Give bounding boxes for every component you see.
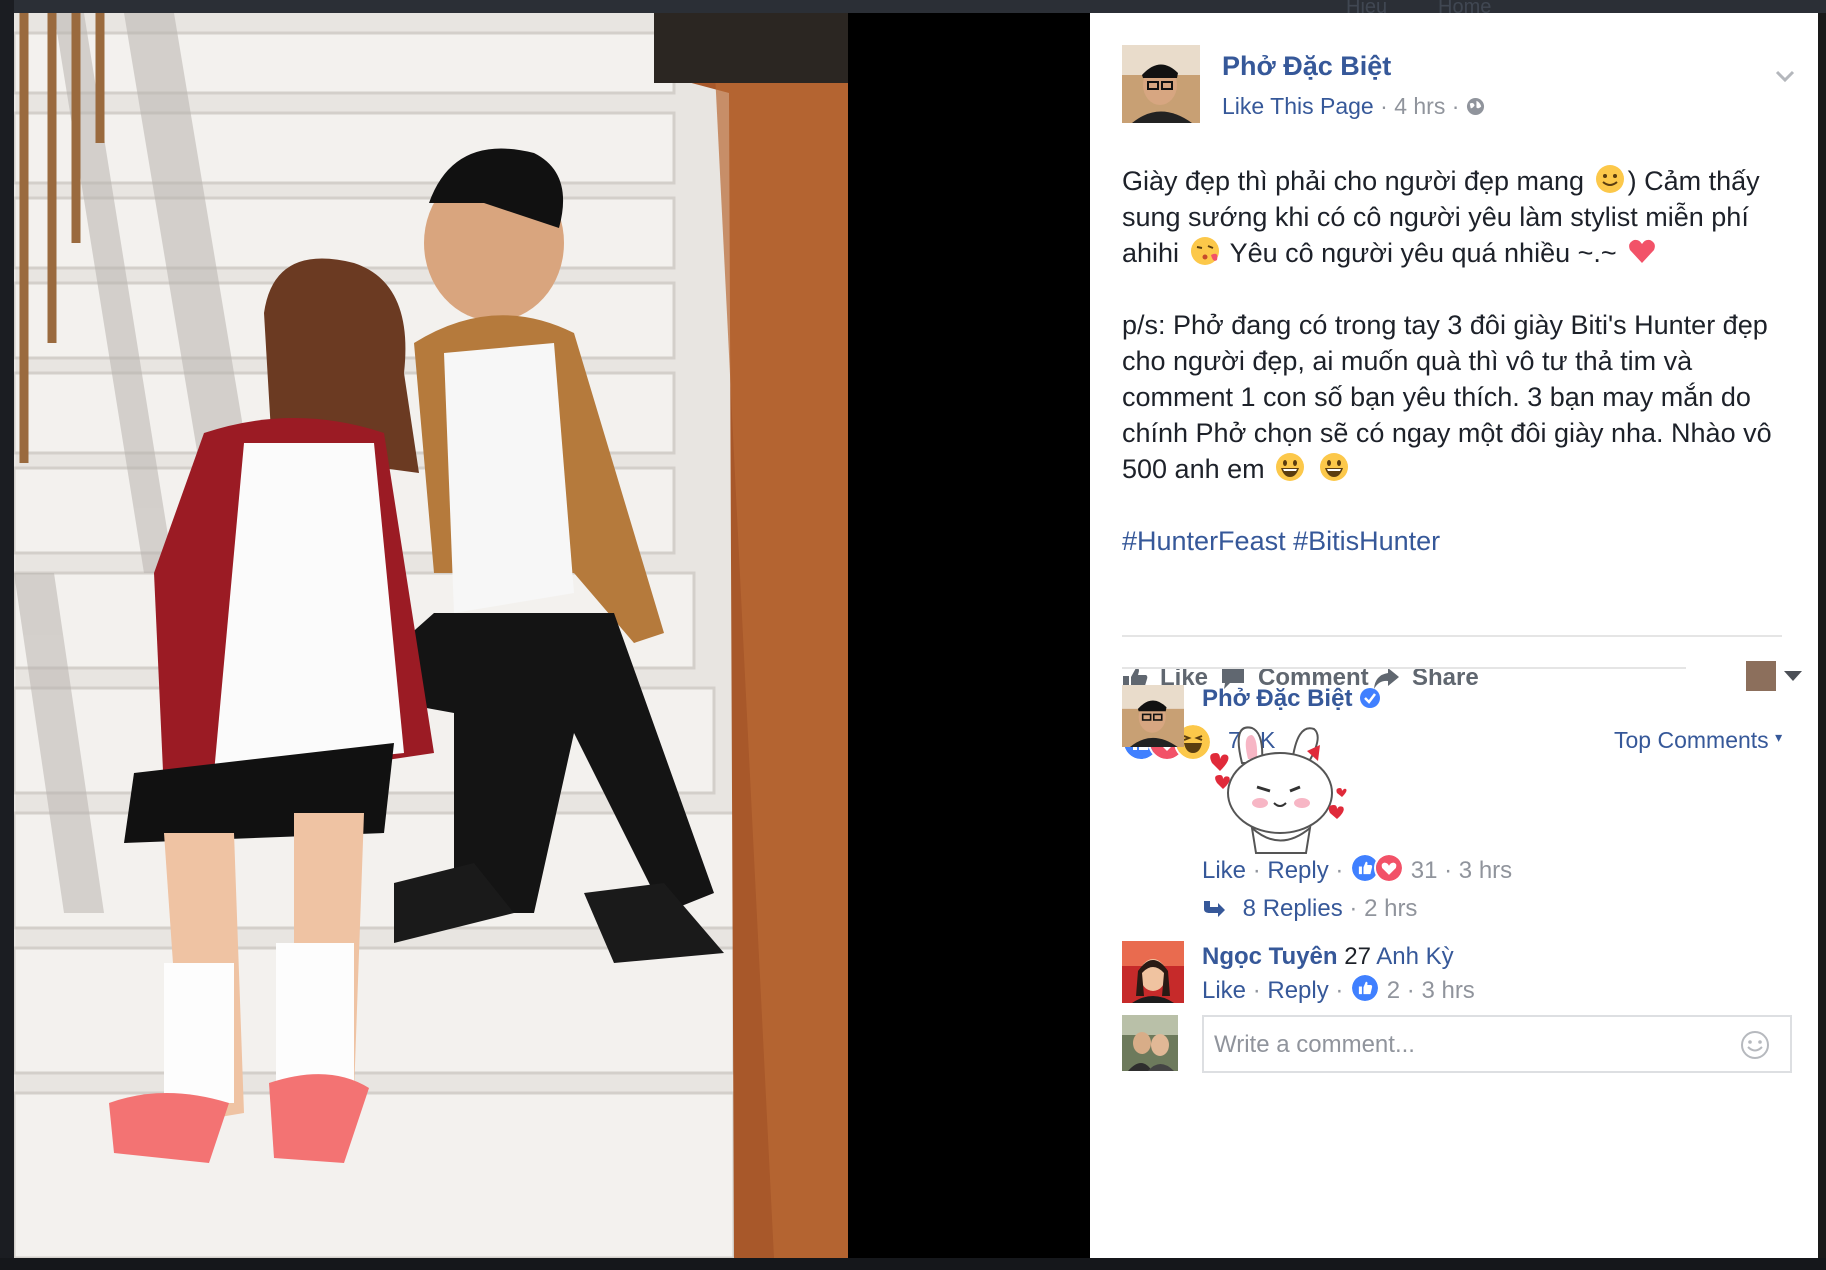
post-text-part: Yêu cô người yêu quá nhiều ~.~ [1229, 238, 1617, 268]
comment-composer[interactable] [1202, 1015, 1792, 1073]
comment-actions: Like · Reply · 31 · 3 hrs [1202, 853, 1512, 885]
view-replies-link[interactable]: 8 Replies · 2 hrs [1202, 895, 1417, 923]
like-reaction-icon [1350, 973, 1381, 1003]
divider [1122, 635, 1782, 637]
background-page-strip: Hieu Home [0, 0, 1826, 18]
smiley-icon[interactable] [1740, 1030, 1770, 1060]
reply-arrow-icon [1204, 901, 1225, 917]
comment-input[interactable] [1212, 1023, 1716, 1067]
smile-emoji-icon [1595, 165, 1624, 193]
meta-separator: · [1451, 93, 1460, 119]
photo-illustration [14, 13, 848, 1258]
bunny-sticker [1210, 726, 1347, 854]
comment-reactions[interactable]: 2 [1350, 973, 1407, 1004]
post-paragraph-2: p/s: Phở đang có trong tay 3 đôi giày Bi… [1122, 307, 1792, 487]
kiss-emoji-icon [1190, 237, 1219, 265]
current-user-avatar [1122, 1015, 1178, 1071]
comment-mention[interactable]: Anh Kỳ [1376, 943, 1453, 970]
grin-emoji-icon [1276, 453, 1305, 481]
post-header: Phở Đặc Biệt Like This Page · 4 hrs · [1122, 45, 1795, 135]
like-this-page-link[interactable]: Like This Page [1222, 93, 1374, 119]
caret-down-icon: ▾ [1775, 729, 1783, 745]
comment-like-link[interactable]: Like [1202, 857, 1246, 884]
post-time[interactable]: 4 hrs [1394, 93, 1445, 119]
comment-author[interactable]: Phở Đặc Biệt [1202, 685, 1381, 713]
post-message: Giày đẹp thì phải cho người đẹp mang ) C… [1122, 163, 1792, 559]
post-paragraph-1: Giày đẹp thì phải cho người đẹp mang ) C… [1122, 163, 1792, 271]
comment-sort-label: Top Comments [1614, 727, 1769, 753]
share-button[interactable]: Share [1372, 655, 1479, 701]
divider [1122, 667, 1686, 669]
bottom-background-strip [0, 1258, 1826, 1270]
comment-body: Ngọc Tuyên 27 Anh Kỳ [1202, 943, 1454, 971]
replies-count-label: 8 Replies [1242, 895, 1343, 922]
separator: · [1406, 977, 1415, 1004]
panel-edge [1818, 13, 1826, 1258]
post-hashtags[interactable]: #HunterFeast #BitisHunter [1122, 523, 1792, 559]
comment-like-link[interactable]: Like [1202, 977, 1246, 1004]
comment-reaction-count: 31 [1410, 857, 1438, 884]
separator: · [1335, 857, 1344, 884]
post-text-part: p/s: Phở đang có trong tay 3 đôi giày Bi… [1122, 310, 1772, 484]
comment-actions: Like · Reply · 2 · 3 hrs [1202, 973, 1475, 1005]
comment-reaction-count: 2 [1386, 977, 1401, 1004]
grin-emoji-icon [1319, 453, 1348, 481]
page-name[interactable]: Phở Đặc Biệt [1222, 51, 1391, 82]
page-avatar[interactable] [1122, 45, 1200, 123]
caret-down-icon[interactable] [1784, 671, 1802, 681]
verified-badge-icon [1360, 688, 1381, 708]
chevron-down-icon[interactable] [1774, 65, 1796, 87]
share-as-avatar[interactable] [1746, 661, 1776, 691]
post-panel: Phở Đặc Biệt Like This Page · 4 hrs · Gi… [1090, 13, 1818, 1258]
separator: · [1444, 857, 1453, 884]
comment-author-name[interactable]: Ngọc Tuyên [1202, 943, 1338, 970]
heart-emoji-icon [1629, 239, 1656, 263]
meta-separator: · [1380, 93, 1388, 119]
comment-reply-link[interactable]: Reply [1267, 857, 1328, 884]
separator: · [1252, 977, 1261, 1004]
separator: · [1335, 977, 1344, 1004]
separator: · [1349, 895, 1358, 922]
photo-viewer-backdrop [848, 13, 1090, 1258]
post-meta: Like This Page · 4 hrs · [1222, 93, 1485, 120]
comment-avatar[interactable] [1122, 685, 1184, 747]
left-background-bar [0, 0, 14, 1270]
comment-sort-dropdown[interactable]: Top Comments ▾ [1614, 727, 1782, 754]
comment-author-name: Phở Đặc Biệt [1202, 685, 1353, 712]
comment-time[interactable]: 3 hrs [1459, 857, 1512, 884]
globe-icon[interactable] [1466, 97, 1485, 116]
post-photo[interactable] [14, 13, 848, 1258]
love-reaction-icon [1374, 853, 1405, 883]
comment-reactions[interactable]: 31 [1350, 853, 1444, 884]
replies-time: 2 hrs [1364, 895, 1418, 922]
comment-text: 27 [1344, 943, 1371, 970]
comment-avatar[interactable] [1122, 941, 1184, 1003]
comment-time[interactable]: 3 hrs [1421, 977, 1474, 1004]
separator: · [1252, 857, 1261, 884]
post-text-part: Giày đẹp thì phải cho người đẹp mang [1122, 166, 1585, 196]
comment-reply-link[interactable]: Reply [1267, 977, 1328, 1004]
